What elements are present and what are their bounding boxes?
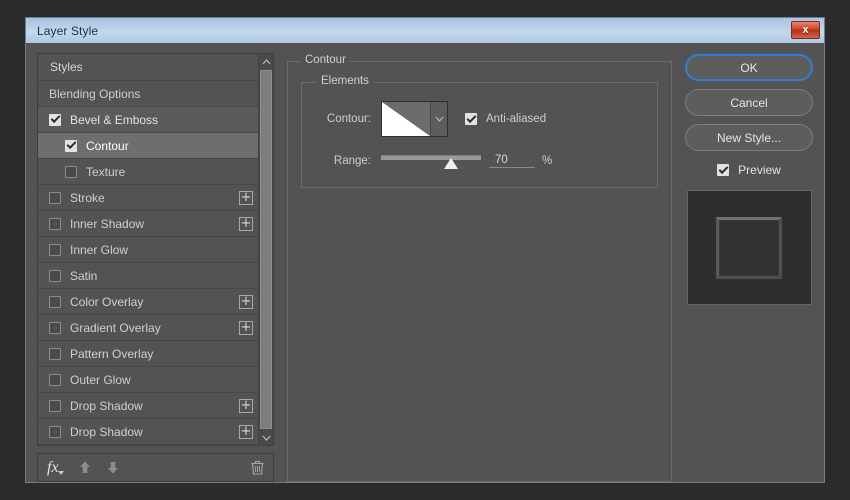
anti-aliased-check-icon <box>465 113 477 125</box>
styles-list-item[interactable]: Blending Options <box>38 81 258 107</box>
styles-panel: Styles Blending Options Bevel & Emboss Con… <box>37 53 274 446</box>
styles-list-item-label: Texture <box>86 165 253 179</box>
range-unit-label: % <box>542 155 552 167</box>
chevron-down-icon[interactable] <box>430 102 447 136</box>
elements-group: Elements Contour: Anti-aliased <box>301 82 658 188</box>
styles-rows: Blending Options Bevel & Emboss Contour Tex… <box>38 81 258 445</box>
close-button[interactable]: x <box>791 21 820 39</box>
styles-list-item-label: Pattern Overlay <box>70 347 253 361</box>
styles-list-item[interactable]: Drop Shadow <box>38 419 258 445</box>
styles-list-item[interactable]: Contour <box>38 133 258 159</box>
range-slider-track <box>381 155 481 160</box>
checkbox-icon[interactable] <box>49 348 61 360</box>
styles-list-item-label: Color Overlay <box>70 295 239 309</box>
checkbox-icon[interactable] <box>49 426 61 438</box>
styles-toolbar: fx <box>37 453 274 482</box>
add-effect-button[interactable] <box>239 191 253 205</box>
preview-label: Preview <box>738 163 781 177</box>
contour-group: Contour Elements Contour: <box>287 61 672 482</box>
layer-style-dialog: Layer Style x Styles Blending Options Bev… <box>25 17 825 483</box>
checkbox-icon[interactable] <box>49 296 61 308</box>
contour-group-title: Contour <box>300 54 351 66</box>
actions-column: OK Cancel New Style... Preview <box>685 53 813 482</box>
scrollbar-thumb[interactable] <box>260 70 272 429</box>
styles-list[interactable]: Styles Blending Options Bevel & Emboss Con… <box>38 54 258 445</box>
styles-list-item-label: Bevel & Emboss <box>70 113 253 127</box>
arrow-down-icon[interactable] <box>106 460 120 475</box>
trash-icon[interactable] <box>251 460 264 475</box>
styles-list-item[interactable]: Inner Glow <box>38 237 258 263</box>
styles-list-item-label: Stroke <box>70 191 239 205</box>
linear-contour-swatch <box>382 102 430 136</box>
contour-settings-column: Contour Elements Contour: <box>287 53 672 482</box>
styles-list-item-label: Drop Shadow <box>70 425 239 439</box>
preview-check-icon <box>717 164 729 176</box>
checkbox-icon[interactable] <box>49 244 61 256</box>
checkbox-icon[interactable] <box>49 218 61 230</box>
range-field-row: Range: 70 % <box>316 151 643 171</box>
styles-list-item-label: Drop Shadow <box>70 399 239 413</box>
styles-list-item[interactable]: Color Overlay <box>38 289 258 315</box>
range-value-input[interactable]: 70 <box>489 154 535 168</box>
elements-group-title: Elements <box>316 75 374 87</box>
contour-preset-dropdown[interactable] <box>381 101 448 137</box>
styles-list-item-label: Satin <box>70 269 253 283</box>
styles-list-item[interactable]: Texture <box>38 159 258 185</box>
title-bar[interactable]: Layer Style x <box>26 18 824 43</box>
styles-list-item[interactable]: Satin <box>38 263 258 289</box>
checkbox-icon[interactable] <box>49 192 61 204</box>
anti-aliased-label: Anti-aliased <box>486 113 546 125</box>
checkbox-icon[interactable] <box>65 166 77 178</box>
checkbox-icon[interactable] <box>49 270 61 282</box>
styles-list-item-label: Outer Glow <box>70 373 253 387</box>
scroll-up-icon[interactable] <box>259 54 273 69</box>
add-effect-button[interactable] <box>239 217 253 231</box>
anti-aliased-checkbox[interactable]: Anti-aliased <box>465 113 546 125</box>
checkbox-icon[interactable] <box>49 400 61 412</box>
styles-list-header: Styles <box>38 54 258 81</box>
styles-list-item-label: Gradient Overlay <box>70 321 239 335</box>
range-label: Range: <box>316 155 371 167</box>
styles-list-item-label: Inner Glow <box>70 243 253 257</box>
fx-icon[interactable]: fx <box>47 459 64 477</box>
checkbox-icon[interactable] <box>49 374 61 386</box>
contour-field-row: Contour: Anti-aliased <box>316 101 643 137</box>
checkbox-checked-icon[interactable] <box>65 140 77 152</box>
styles-column: Styles Blending Options Bevel & Emboss Con… <box>37 53 274 482</box>
add-effect-button[interactable] <box>239 295 253 309</box>
scroll-down-icon[interactable] <box>259 430 273 445</box>
arrow-up-icon[interactable] <box>78 460 92 475</box>
styles-scrollbar[interactable] <box>258 54 273 445</box>
add-effect-button[interactable] <box>239 425 253 439</box>
preview-bevel-shape <box>716 217 782 279</box>
new-style-button[interactable]: New Style... <box>685 124 813 151</box>
styles-list-item[interactable]: Stroke <box>38 185 258 211</box>
styles-list-item-label: Blending Options <box>49 87 253 101</box>
checkbox-checked-icon[interactable] <box>49 114 61 126</box>
ok-button[interactable]: OK <box>685 54 813 81</box>
contour-label: Contour: <box>316 113 371 125</box>
styles-list-item[interactable]: Gradient Overlay <box>38 315 258 341</box>
styles-list-item[interactable]: Bevel & Emboss <box>38 107 258 133</box>
range-slider-thumb[interactable] <box>444 158 458 169</box>
styles-list-item[interactable]: Outer Glow <box>38 367 258 393</box>
checkbox-icon[interactable] <box>49 322 61 334</box>
styles-list-item-label: Inner Shadow <box>70 217 239 231</box>
window-title: Layer Style <box>37 24 98 38</box>
styles-list-item-label: Contour <box>86 139 253 153</box>
scrollbar-track[interactable] <box>259 69 273 430</box>
range-slider[interactable] <box>381 151 481 171</box>
styles-list-item[interactable]: Inner Shadow <box>38 211 258 237</box>
cancel-button[interactable]: Cancel <box>685 89 813 116</box>
preview-checkbox[interactable]: Preview <box>717 163 781 177</box>
add-effect-button[interactable] <box>239 399 253 413</box>
styles-list-item[interactable]: Pattern Overlay <box>38 341 258 367</box>
dialog-body: Styles Blending Options Bevel & Emboss Con… <box>26 43 824 493</box>
preview-thumbnail <box>687 190 812 305</box>
styles-list-item[interactable]: Drop Shadow <box>38 393 258 419</box>
close-icon: x <box>802 24 808 36</box>
add-effect-button[interactable] <box>239 321 253 335</box>
